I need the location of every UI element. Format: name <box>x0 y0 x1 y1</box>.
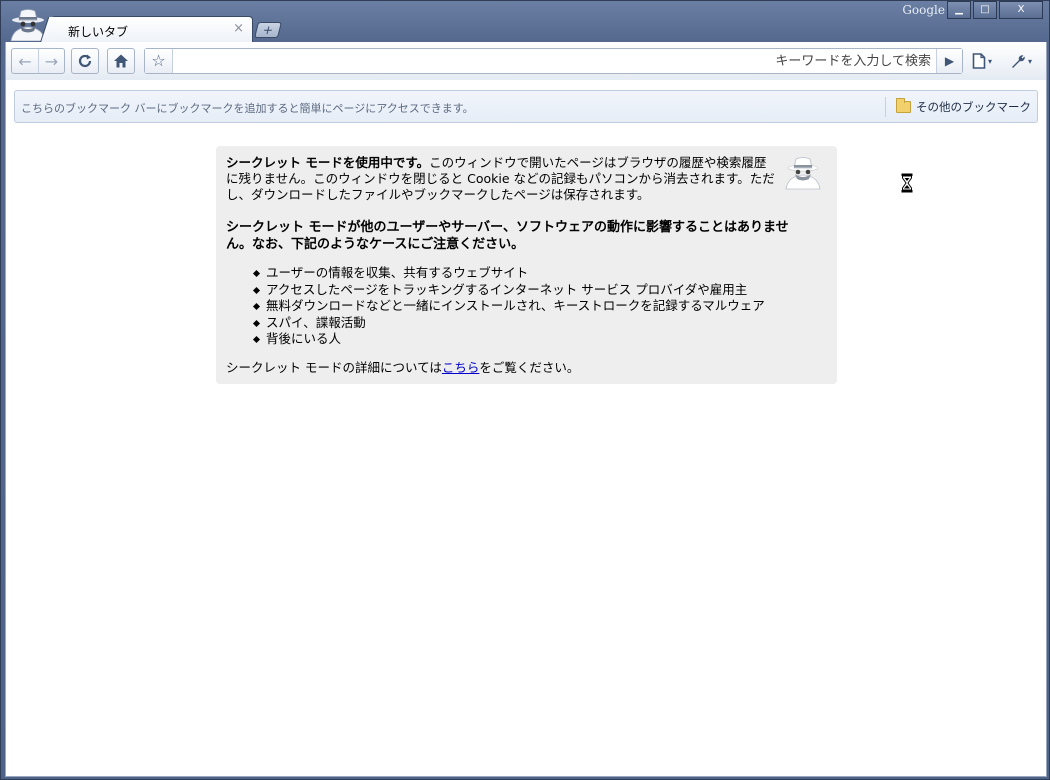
list-item: アクセスしたページをトラッキングするインターネット サービス プロバイダや雇用主 <box>254 282 827 299</box>
tab-new-tab[interactable]: 新しいタブ × <box>51 16 253 42</box>
other-bookmarks-button[interactable]: その他のブックマーク <box>885 97 1031 117</box>
reload-icon <box>72 49 98 73</box>
browser-window: 新しいタブ × + Google ▁ □ X ← → ☆ ▶ <box>0 0 1050 780</box>
nav-buttons: ← → <box>11 48 65 74</box>
hourglass-cursor-icon <box>901 173 913 193</box>
incognito-warning: シークレット モードが他のユーザーやサーバー、ソフトウェアの動作に影響することは… <box>226 220 789 252</box>
maximize-button[interactable]: □ <box>973 1 997 19</box>
reload-button[interactable] <box>71 48 99 74</box>
home-icon <box>108 49 134 73</box>
page-icon <box>972 53 986 69</box>
more-info-text: シークレット モードの詳細についてはこちらをご覧ください。 <box>226 360 776 376</box>
window-controls: ▁ □ X <box>947 1 1043 19</box>
incognito-spy-icon <box>785 157 821 190</box>
incognito-info-box: シークレット モードを使用中です。このウィンドウで開いたページはブラウザの履歴や… <box>216 146 837 384</box>
more-info-prefix: シークレット モードの詳細については <box>226 359 442 375</box>
star-icon[interactable]: ☆ <box>145 49 173 73</box>
new-tab-button[interactable]: + <box>254 22 282 38</box>
google-brand-label: Google <box>902 3 945 17</box>
chevron-down-icon: ▾ <box>988 56 993 66</box>
bookmark-hint-text: こちらのブックマーク バーにブックマークを追加すると簡単にページにアクセスできま… <box>21 102 474 115</box>
tab-close-icon[interactable]: × <box>233 21 244 36</box>
home-button[interactable] <box>107 48 135 74</box>
page-menu-button[interactable]: ▾ <box>972 50 992 72</box>
tab-title: 新しいタブ <box>68 25 129 39</box>
close-window-button[interactable]: X <box>999 1 1043 19</box>
risk-list: ユーザーの情報を収集、共有するウェブサイト アクセスしたページをトラッキングする… <box>254 265 827 348</box>
bookmark-bar: こちらのブックマーク バーにブックマークを追加すると簡単にページにアクセスできま… <box>5 80 1047 130</box>
minimize-button[interactable]: ▁ <box>947 1 971 19</box>
chevron-down-icon: ▾ <box>1028 56 1033 66</box>
bookmark-bar-inner: こちらのブックマーク バーにブックマークを追加すると簡単にページにアクセスできま… <box>14 90 1038 123</box>
toolbar: ← → ☆ ▶ ▾ ▾ <box>5 42 1047 80</box>
list-item: 無料ダウンロードなどと一緒にインストールされ、キーストロークを記録するマルウェア <box>254 298 827 315</box>
other-bookmarks-label: その他のブックマーク <box>916 100 1031 114</box>
wrench-icon <box>1012 55 1025 68</box>
omnibox-input[interactable] <box>175 49 935 73</box>
more-info-suffix: をご覧ください。 <box>479 359 580 375</box>
incognito-description: シークレット モードを使用中です。このウィンドウで開いたページはブラウザの履歴や… <box>226 155 776 203</box>
list-item: 背後にいる人 <box>254 331 827 348</box>
list-item: ユーザーの情報を収集、共有するウェブサイト <box>254 265 827 282</box>
incognito-heading: シークレット モードを使用中です。 <box>226 155 430 170</box>
forward-arrow-icon[interactable]: → <box>38 49 64 73</box>
list-item: スパイ、諜報活動 <box>254 315 827 332</box>
learn-more-link[interactable]: こちら <box>442 360 480 375</box>
go-arrow-icon[interactable]: ▶ <box>936 49 962 73</box>
page-content: シークレット モードを使用中です。このウィンドウで開いたページはブラウザの履歴や… <box>5 130 1047 777</box>
folder-icon <box>896 98 911 113</box>
omnibox: ☆ ▶ <box>144 48 963 74</box>
back-arrow-icon[interactable]: ← <box>12 49 38 73</box>
wrench-menu-button[interactable]: ▾ <box>1010 50 1032 72</box>
